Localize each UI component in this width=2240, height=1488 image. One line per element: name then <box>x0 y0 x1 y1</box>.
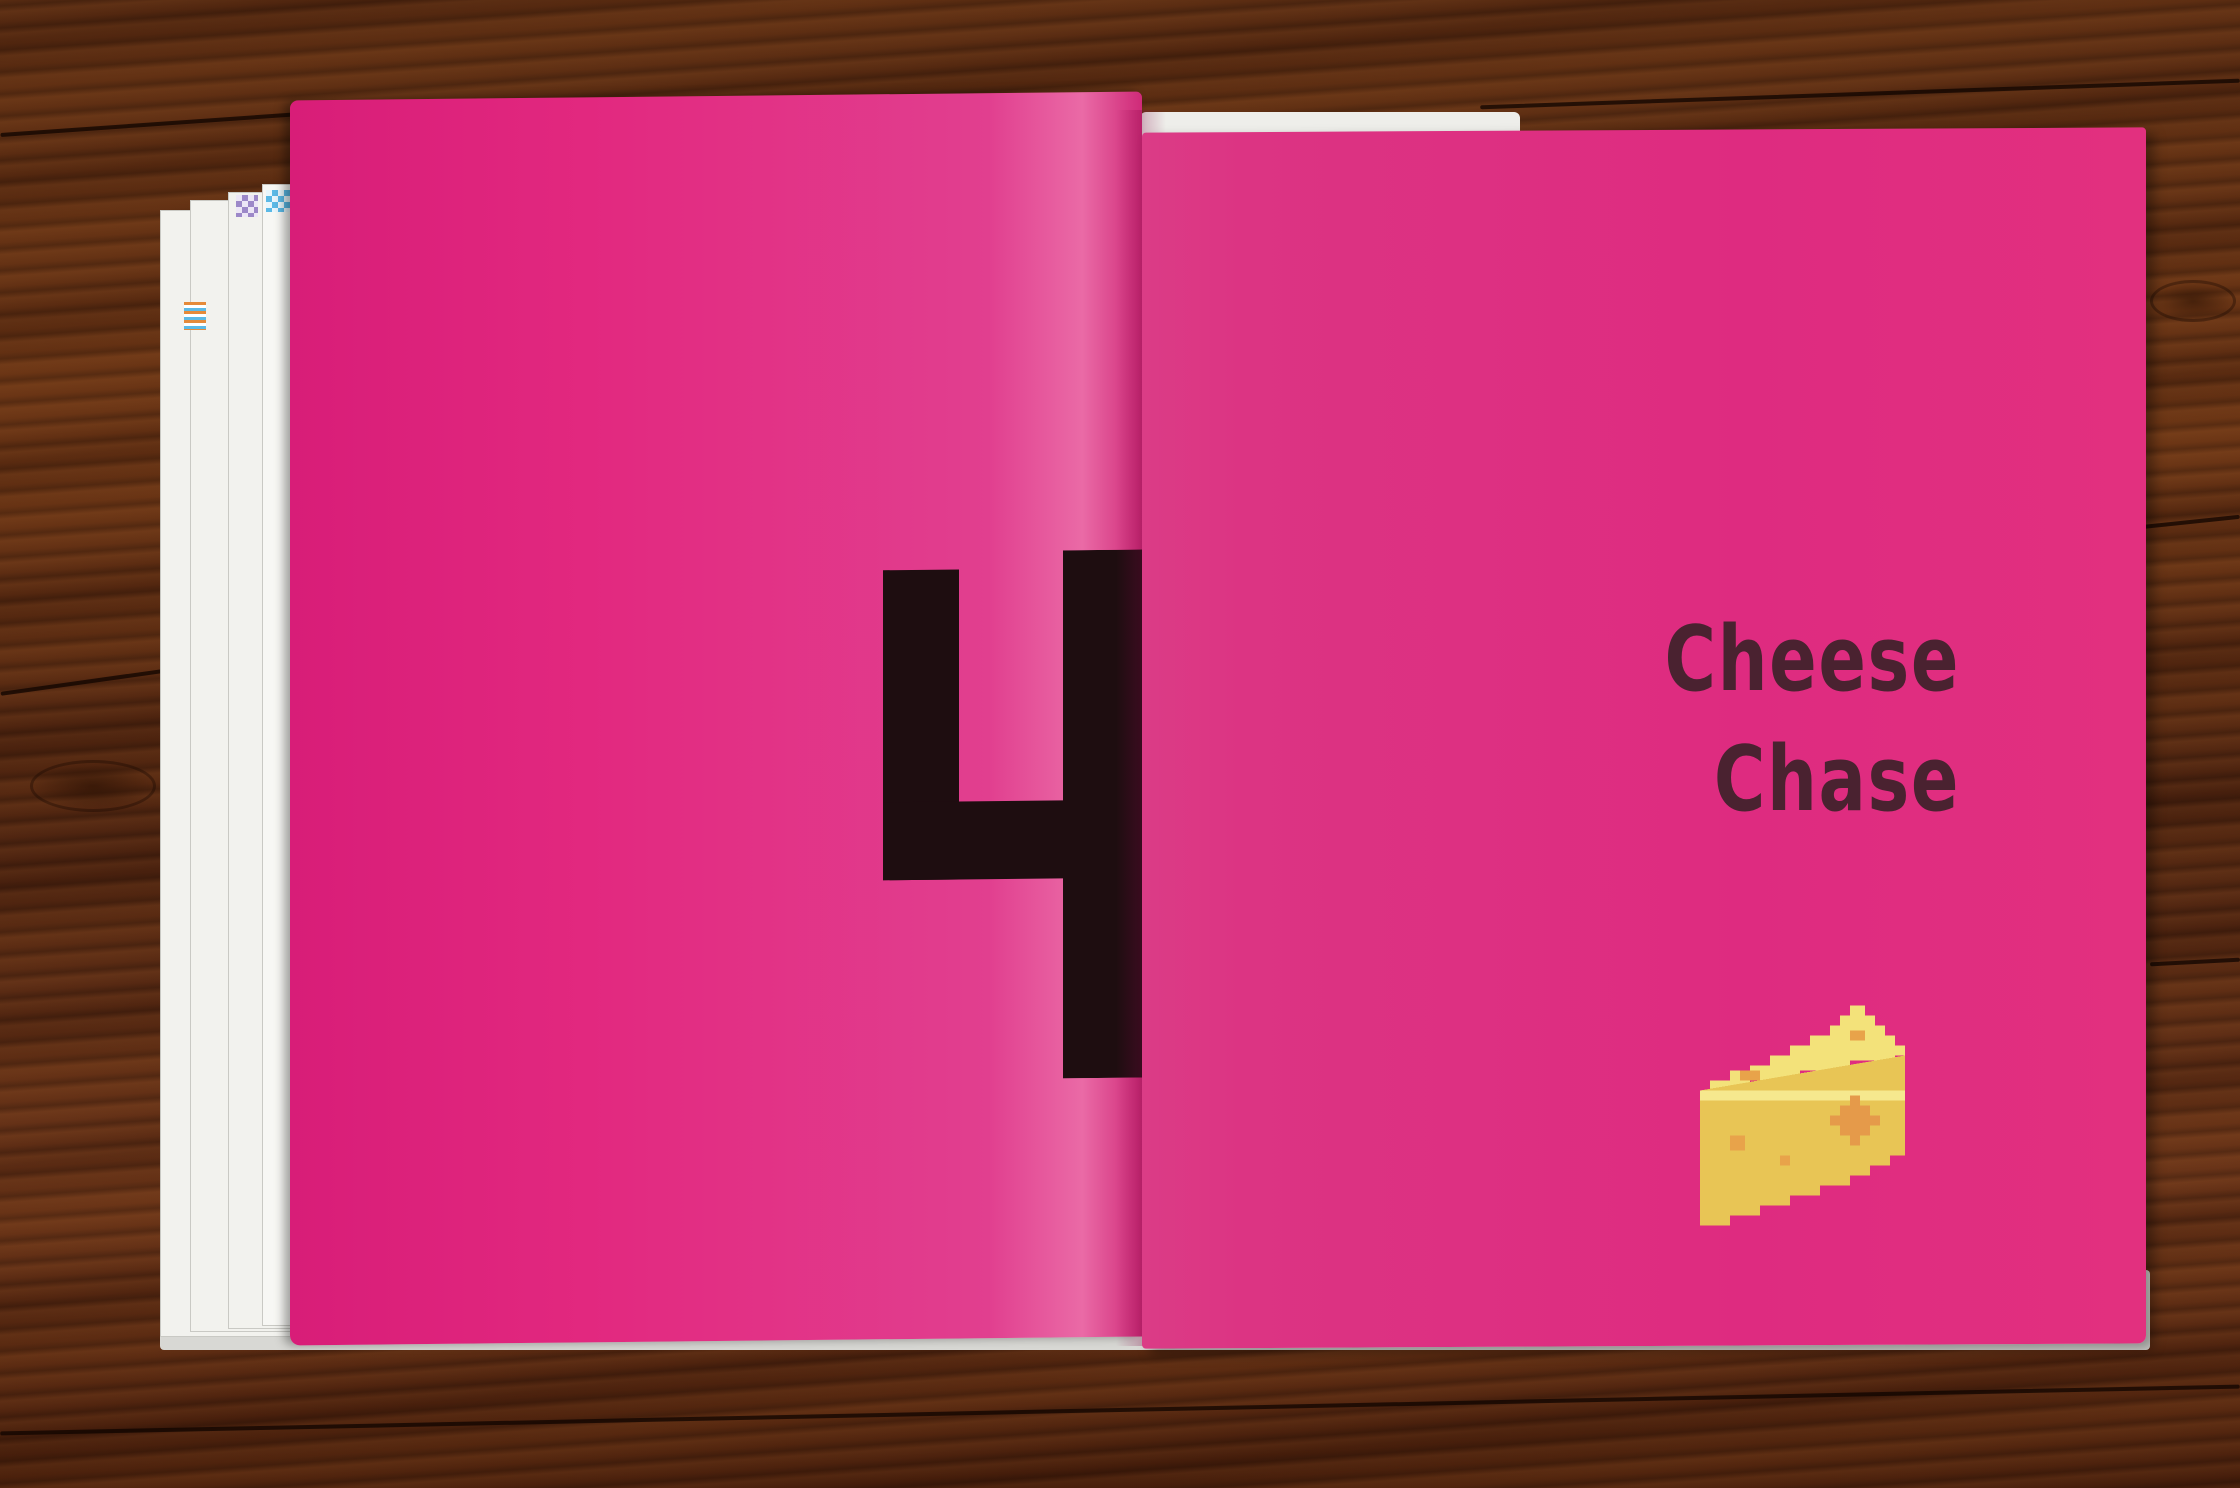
open-book: 3 4 Cheese Chase <box>0 0 2240 1488</box>
chapter-title-line-2: Chase <box>1713 727 1960 832</box>
pixel-cheese-icon <box>1700 1005 1905 1226</box>
wooden-floor: 3 4 Cheese Chase <box>0 0 2240 1488</box>
chapter-title-line-1: Cheese <box>1664 607 1960 712</box>
page-tab-marker <box>236 195 258 217</box>
chapter-title: Cheese Chase <box>1632 600 1960 840</box>
chapter-number-value: 4 <box>883 549 891 556</box>
left-page: 4 <box>290 91 1169 1346</box>
page-tab-marker <box>184 302 206 330</box>
